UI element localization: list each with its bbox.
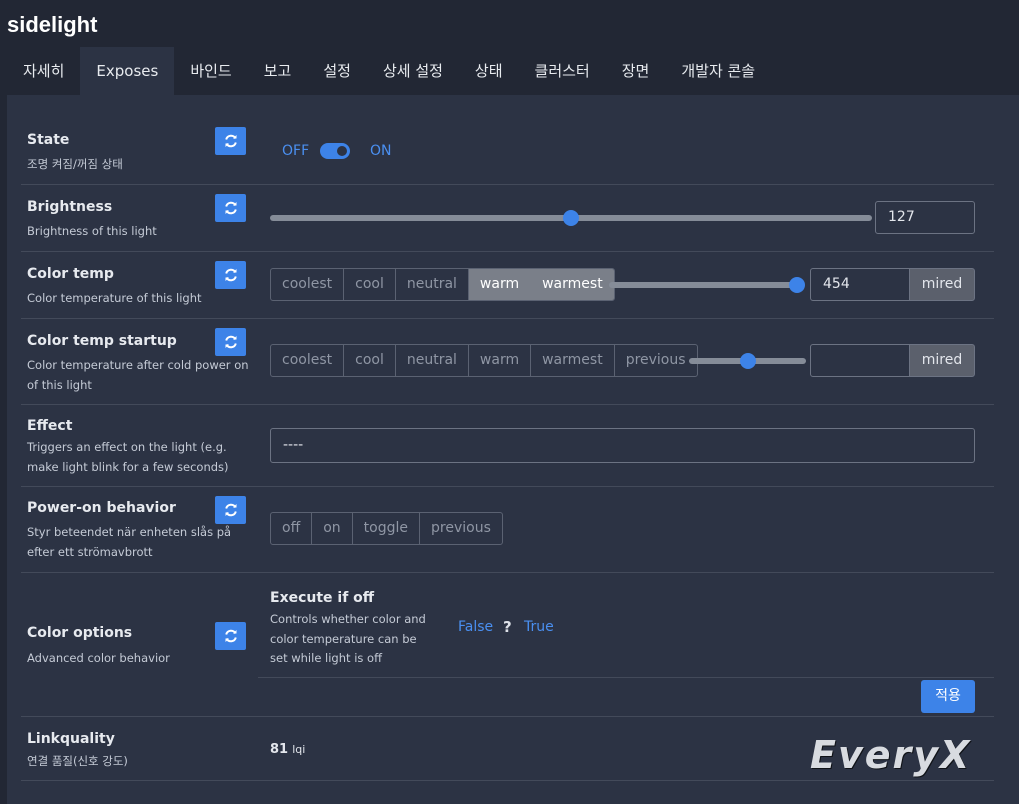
color-temp-label: Color temp	[27, 266, 114, 282]
tab-settings[interactable]: 설정	[307, 47, 367, 95]
color-temp-presets: coolest cool neutral warm warmest	[270, 268, 615, 301]
tab-exposes[interactable]: Exposes	[80, 47, 175, 95]
tab-bar: 자세히 Exposes 바인드 보고 설정 상세 설정 상태 클러스터 장면 개…	[7, 47, 771, 95]
toggle-knob	[337, 146, 347, 156]
tab-dev-console[interactable]: 개발자 콘솔	[665, 47, 771, 95]
tab-state[interactable]: 상태	[459, 47, 519, 95]
color-temp-startup-refresh-button[interactable]	[215, 328, 246, 356]
preset-warmest[interactable]: warmest	[531, 269, 614, 300]
tab-settings-specific[interactable]: 상세 설정	[367, 47, 459, 95]
state-description: 조명 켜짐/꺼짐 상태	[27, 157, 123, 171]
option-previous[interactable]: previous	[420, 513, 502, 544]
option-toggle[interactable]: toggle	[353, 513, 421, 544]
linkquality-unit: lqi	[292, 743, 306, 756]
brightness-input[interactable]: 127	[875, 201, 975, 234]
brightness-label: Brightness	[27, 199, 113, 215]
effect-select[interactable]: ----	[270, 428, 975, 463]
preset-coolest[interactable]: coolest	[271, 345, 345, 376]
state-refresh-button[interactable]	[215, 127, 246, 155]
state-off-label[interactable]: OFF	[282, 143, 309, 159]
linkquality-label: Linkquality	[27, 731, 115, 747]
color-temp-input[interactable]: 454	[810, 268, 910, 301]
brightness-description: Brightness of this light	[27, 224, 157, 238]
preset-cool[interactable]: cool	[344, 269, 396, 300]
state-row: State 조명 켜짐/꺼짐 상태 OFF ON	[21, 115, 994, 185]
linkquality-value: 81	[270, 742, 289, 757]
color-temp-startup-presets: coolest cool neutral warm warmest previo…	[270, 344, 698, 377]
brightness-row: Brightness Brightness of this light 127	[21, 185, 994, 252]
watermark: EveryX	[810, 733, 972, 777]
state-on-label[interactable]: ON	[370, 143, 392, 159]
power-on-refresh-button[interactable]	[215, 496, 246, 524]
state-label: State	[27, 132, 70, 148]
tab-details[interactable]: 자세히	[7, 47, 80, 95]
apply-button[interactable]: 적용	[921, 680, 975, 713]
execute-unknown-value: ?	[503, 618, 512, 636]
execute-divider	[258, 677, 994, 678]
color-temp-refresh-button[interactable]	[215, 261, 246, 289]
color-options-label: Color options	[27, 625, 133, 641]
preset-coolest[interactable]: coolest	[271, 269, 345, 300]
preset-neutral[interactable]: neutral	[396, 345, 469, 376]
brightness-slider[interactable]	[270, 210, 872, 226]
effect-description: Triggers an effect on the light (e.g. ma…	[27, 440, 229, 474]
effect-row: Effect Triggers an effect on the light (…	[21, 405, 994, 487]
color-temp-slider[interactable]	[609, 277, 806, 293]
linkquality-description: 연결 품질(신호 강도)	[27, 754, 128, 768]
preset-previous[interactable]: previous	[615, 345, 697, 376]
slider-knob[interactable]	[563, 210, 579, 226]
color-temp-unit: mired	[909, 268, 975, 301]
option-on[interactable]: on	[312, 513, 353, 544]
execute-false-option[interactable]: False	[458, 619, 493, 635]
color-temp-startup-unit: mired	[909, 344, 975, 377]
execute-if-off-description: Controls whether color and color tempera…	[270, 612, 426, 665]
refresh-icon	[224, 134, 237, 148]
option-off[interactable]: off	[271, 513, 313, 544]
refresh-icon	[224, 268, 237, 282]
slider-knob[interactable]	[789, 277, 806, 293]
refresh-icon	[224, 335, 237, 349]
refresh-icon	[224, 503, 237, 517]
color-temp-startup-slider[interactable]	[689, 353, 806, 369]
color-temp-startup-description: Color temperature after cold power on of…	[27, 358, 249, 392]
effect-label: Effect	[27, 418, 73, 434]
power-on-row: Power-on behavior Styr beteendet när enh…	[21, 487, 994, 573]
execute-if-off-label: Execute if off	[270, 590, 375, 606]
power-on-options: off on toggle previous	[270, 512, 503, 545]
color-options-description: Advanced color behavior	[27, 651, 170, 665]
color-temp-startup-input[interactable]	[810, 344, 910, 377]
tab-clusters[interactable]: 클러스터	[519, 47, 606, 95]
exposes-panel: State 조명 켜짐/꺼짐 상태 OFF ON Brightness Brig…	[7, 95, 1019, 804]
app-title: sidelight	[7, 12, 98, 37]
color-options-row: Color options Advanced color behavior Ex…	[21, 573, 994, 717]
preset-warm[interactable]: warm	[469, 345, 532, 376]
tab-reporting[interactable]: 보고	[248, 47, 308, 95]
tab-scene[interactable]: 장면	[606, 47, 666, 95]
execute-true-option[interactable]: True	[524, 619, 554, 635]
refresh-icon	[224, 201, 237, 215]
color-temp-startup-row: Color temp startup Color temperature aft…	[21, 319, 994, 405]
color-temp-description: Color temperature of this light	[27, 291, 202, 305]
state-toggle-switch[interactable]	[320, 143, 350, 159]
power-on-label: Power-on behavior	[27, 500, 176, 516]
preset-warm[interactable]: warm	[468, 269, 532, 300]
preset-warmest[interactable]: warmest	[531, 345, 615, 376]
tab-bind[interactable]: 바인드	[174, 47, 247, 95]
power-on-description: Styr beteendet när enheten slås på efter…	[27, 525, 232, 559]
color-temp-startup-label: Color temp startup	[27, 333, 177, 349]
brightness-refresh-button[interactable]	[215, 194, 246, 222]
color-temp-row: Color temp Color temperature of this lig…	[21, 252, 994, 319]
slider-knob[interactable]	[739, 353, 756, 369]
preset-neutral[interactable]: neutral	[396, 269, 469, 300]
preset-cool[interactable]: cool	[344, 345, 396, 376]
refresh-icon	[224, 629, 237, 643]
linkquality-readout: 81 lqi	[270, 742, 305, 757]
color-options-refresh-button[interactable]	[215, 622, 246, 650]
